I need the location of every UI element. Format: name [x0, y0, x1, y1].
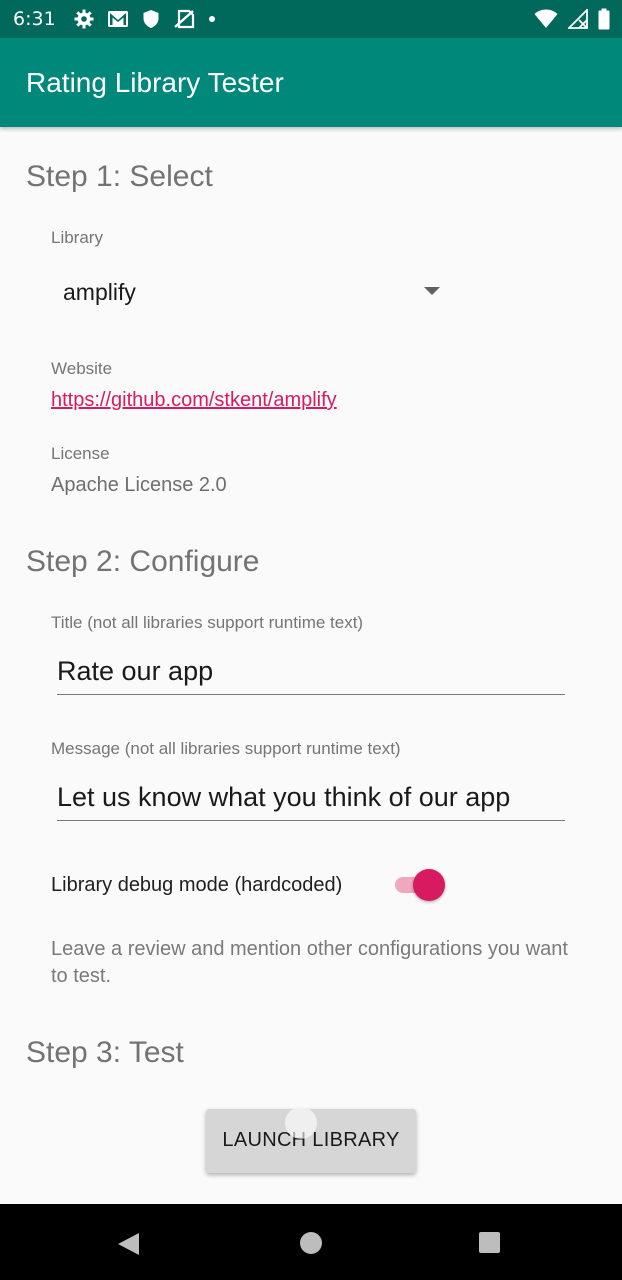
step1-heading: Step 1: Select	[26, 160, 213, 193]
configuration-hint: Leave a review and mention other configu…	[51, 938, 568, 987]
title-input[interactable]	[57, 648, 565, 695]
website-link[interactable]: https://github.com/stkent/amplify	[51, 386, 337, 414]
home-icon[interactable]	[300, 1232, 322, 1254]
dropdown-arrow-icon	[424, 287, 440, 295]
title-field-label: Title (not all libraries support runtime…	[51, 613, 364, 632]
gear-icon	[74, 9, 94, 29]
notification-icons	[74, 8, 216, 30]
debug-mode-label: Library debug mode (hardcoded)	[51, 874, 343, 896]
app-title: Rating Library Tester	[26, 67, 284, 98]
recents-icon[interactable]	[479, 1232, 500, 1253]
gmail-icon	[108, 11, 128, 27]
website-label: Website	[51, 359, 113, 378]
back-icon[interactable]	[118, 1233, 139, 1255]
license-label: License	[51, 444, 110, 463]
step2-heading: Step 2: Configure	[26, 545, 260, 578]
battery-icon	[598, 8, 610, 30]
app-bar: Rating Library Tester	[0, 38, 622, 127]
wifi-icon	[534, 9, 558, 28]
library-spinner[interactable]: amplify	[51, 268, 451, 316]
library-label: Library	[51, 228, 103, 247]
navigation-bar	[0, 1204, 622, 1280]
system-icons	[534, 8, 610, 30]
dot-icon	[209, 16, 215, 22]
status-time: 6:31	[13, 8, 56, 30]
library-spinner-value: amplify	[63, 279, 136, 305]
launch-library-button[interactable]: LAUNCH LIBRARY	[206, 1109, 416, 1173]
switch-thumb	[413, 869, 445, 901]
status-bar: 6:31	[0, 0, 622, 38]
license-value: Apache License 2.0	[51, 474, 227, 496]
debug-mode-switch[interactable]	[392, 868, 446, 902]
message-input[interactable]	[57, 774, 565, 821]
shield-icon	[143, 10, 159, 28]
signal-icon	[568, 9, 588, 29]
message-field-label: Message (not all libraries support runti…	[51, 739, 401, 758]
step3-heading: Step 3: Test	[26, 1036, 184, 1069]
no-sim-icon	[174, 9, 195, 29]
